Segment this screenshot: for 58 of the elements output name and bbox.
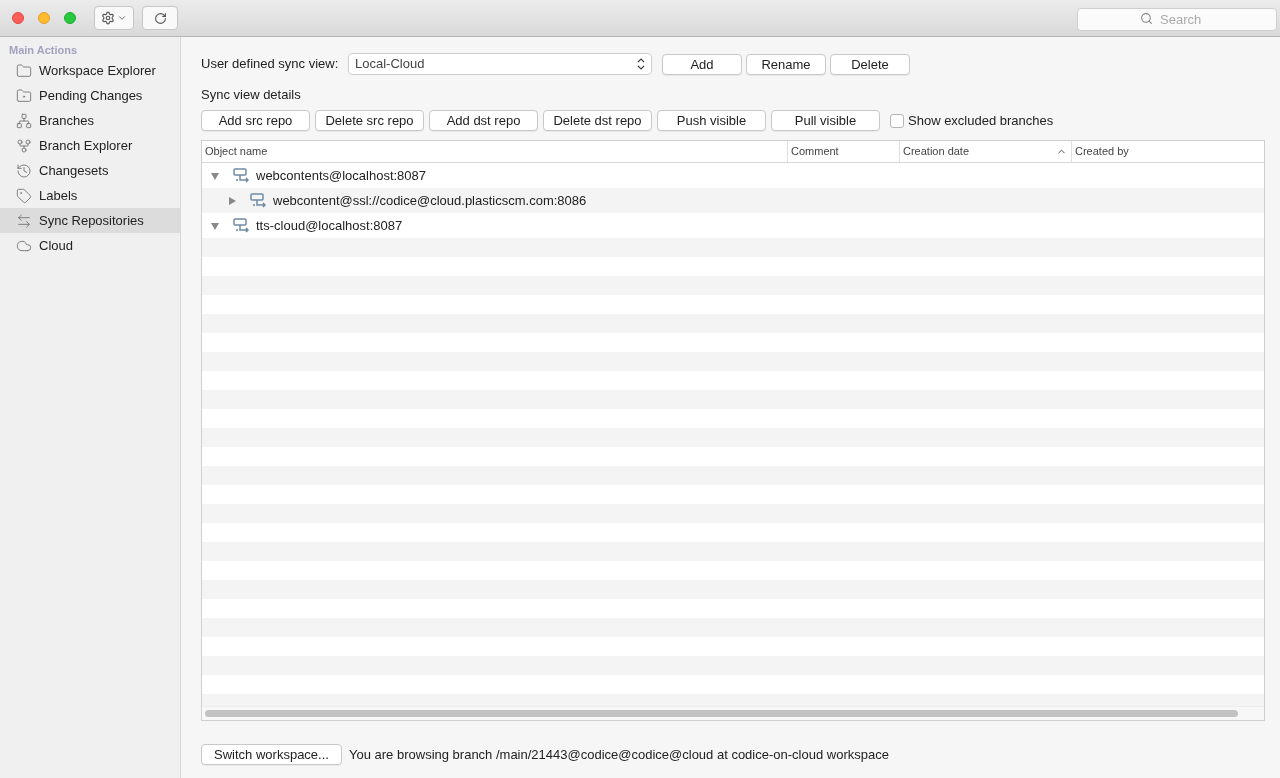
settings-icon bbox=[101, 11, 115, 25]
stepper-caret-icon bbox=[637, 58, 645, 70]
sync-view-label: User defined sync view: bbox=[201, 55, 340, 74]
search-icon bbox=[1140, 11, 1153, 25]
refresh-icon bbox=[153, 11, 167, 25]
repository-name: webcontent@ssl://codice@cloud.plasticscm.com:8086 bbox=[273, 191, 587, 210]
toolbar-button[interactable]: Add bbox=[662, 53, 742, 75]
caret-icon bbox=[117, 13, 127, 23]
section-heading: Sync view details bbox=[201, 86, 302, 101]
sidebar-item[interactable]: Workspace Explorer bbox=[0, 58, 180, 83]
sidebar-item[interactable]: Pending Changes bbox=[0, 83, 180, 108]
column-header[interactable]: Comment bbox=[787, 141, 899, 162]
branch-icon bbox=[16, 137, 32, 154]
sidebar-item[interactable]: Sync Repositories bbox=[0, 208, 180, 233]
toolbar-button[interactable]: Push visible bbox=[657, 110, 766, 131]
tag-icon bbox=[16, 187, 32, 204]
settings-menu-button[interactable] bbox=[94, 6, 134, 30]
repository-icon bbox=[233, 167, 251, 184]
toolbar-button[interactable]: Pull visible bbox=[771, 110, 880, 131]
sidebar-item[interactable]: Labels bbox=[0, 183, 180, 208]
close-window-button[interactable] bbox=[12, 12, 24, 24]
repository-icon bbox=[250, 192, 268, 209]
repository-name: webcontents@localhost:8087 bbox=[256, 166, 427, 185]
minimize-window-button[interactable] bbox=[38, 12, 50, 24]
column-header[interactable]: Creation date bbox=[899, 141, 1071, 162]
toolbar-button[interactable]: Delete dst repo bbox=[543, 110, 652, 131]
expanded-arrow-icon[interactable] bbox=[210, 220, 220, 231]
toolbar-button[interactable]: Switch workspace... bbox=[201, 744, 342, 765]
toolbar-button[interactable]: Add dst repo bbox=[429, 110, 538, 131]
toolbar-button[interactable]: Rename bbox=[746, 53, 826, 75]
sidebar-item[interactable]: Branch Explorer bbox=[0, 133, 180, 158]
sidebar-item[interactable]: Changesets bbox=[0, 158, 180, 183]
sidebar-item[interactable]: Cloud bbox=[0, 233, 180, 258]
sync-arrows-icon bbox=[16, 212, 32, 229]
horizontal-scrollbar[interactable] bbox=[202, 706, 1264, 720]
branches-icon bbox=[16, 112, 32, 129]
column-header[interactable]: Object name bbox=[202, 141, 787, 162]
refresh-button[interactable] bbox=[142, 6, 178, 30]
folder-icon bbox=[16, 87, 32, 104]
expanded-arrow-icon[interactable] bbox=[210, 170, 220, 181]
sidebar-item[interactable]: Branches bbox=[0, 108, 180, 133]
sidebar-heading: Main Actions bbox=[8, 43, 79, 58]
search-field[interactable]: Search bbox=[1077, 7, 1277, 31]
toolbar-button[interactable]: Delete bbox=[830, 53, 910, 75]
toolbar-button[interactable]: Delete src repo bbox=[315, 110, 424, 131]
column-header[interactable]: Created by bbox=[1071, 141, 1264, 162]
folder-icon bbox=[16, 62, 32, 79]
checkbox-label: Show excluded branches bbox=[908, 111, 1054, 130]
history-icon bbox=[16, 162, 32, 179]
sync-view-dropdown[interactable]: Local-Cloud bbox=[348, 53, 652, 75]
repository-name: tts-cloud@localhost:8087 bbox=[256, 216, 403, 235]
repository-icon bbox=[233, 217, 251, 234]
toolbar-button[interactable]: Add src repo bbox=[201, 110, 310, 131]
tree-row[interactable]: webcontent@ssl://codice@cloud.plasticscm.com:8086 bbox=[202, 188, 1264, 213]
collapsed-arrow-icon[interactable] bbox=[227, 195, 237, 206]
status-message: You are browsing branch /main/21443@codice@codice@cloud at codice-on-cloud workspace bbox=[349, 745, 889, 764]
zoom-window-button[interactable] bbox=[64, 12, 76, 24]
checkbox[interactable] bbox=[890, 113, 904, 128]
